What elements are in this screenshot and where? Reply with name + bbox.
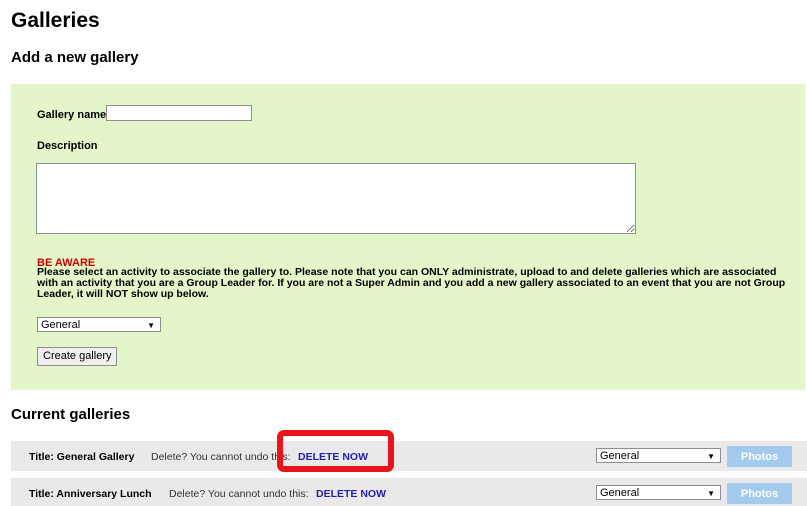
delete-highlight-annotation xyxy=(277,430,394,472)
description-label: Description xyxy=(37,140,98,152)
photos-button[interactable]: Photos xyxy=(727,446,792,467)
gallery-name-label: Gallery name xyxy=(37,109,107,121)
activity-select[interactable]: General ▼ xyxy=(37,317,161,332)
gallery-row: Title: Anniversary Lunch Delete? You can… xyxy=(11,478,807,506)
add-gallery-heading: Add a new gallery xyxy=(11,49,139,66)
gallery-row: Title: General Gallery Delete? You canno… xyxy=(11,441,807,471)
activity-select-value: General xyxy=(41,319,81,331)
description-textarea[interactable] xyxy=(36,163,636,234)
gallery-title: Title: Anniversary Lunch xyxy=(29,488,152,500)
gallery-name-input[interactable] xyxy=(106,105,252,121)
be-aware-text: Please select an activity to associate t… xyxy=(37,266,786,300)
gallery-activity-value: General xyxy=(600,487,640,499)
delete-warning-text: Delete? You cannot undo this: xyxy=(151,451,291,463)
add-gallery-form: Gallery name Description BE AWARE Please… xyxy=(11,84,805,390)
current-galleries-heading: Current galleries xyxy=(11,406,131,423)
chevron-down-icon: ▼ xyxy=(147,321,155,330)
photos-button[interactable]: Photos xyxy=(727,483,792,504)
chevron-down-icon: ▼ xyxy=(707,452,715,461)
delete-warning-text: Delete? You cannot undo this: xyxy=(169,488,309,500)
gallery-activity-select[interactable]: General ▼ xyxy=(596,485,721,500)
create-gallery-button[interactable]: Create gallery xyxy=(37,347,118,366)
gallery-activity-value: General xyxy=(600,450,640,462)
gallery-title: Title: General Gallery xyxy=(29,451,135,463)
chevron-down-icon: ▼ xyxy=(707,489,715,498)
delete-now-link[interactable]: DELETE NOW xyxy=(316,488,386,500)
page-title: Galleries xyxy=(11,9,100,32)
gallery-activity-select[interactable]: General ▼ xyxy=(596,448,721,463)
galleries-page: Galleries Add a new gallery Gallery name… xyxy=(0,0,807,506)
